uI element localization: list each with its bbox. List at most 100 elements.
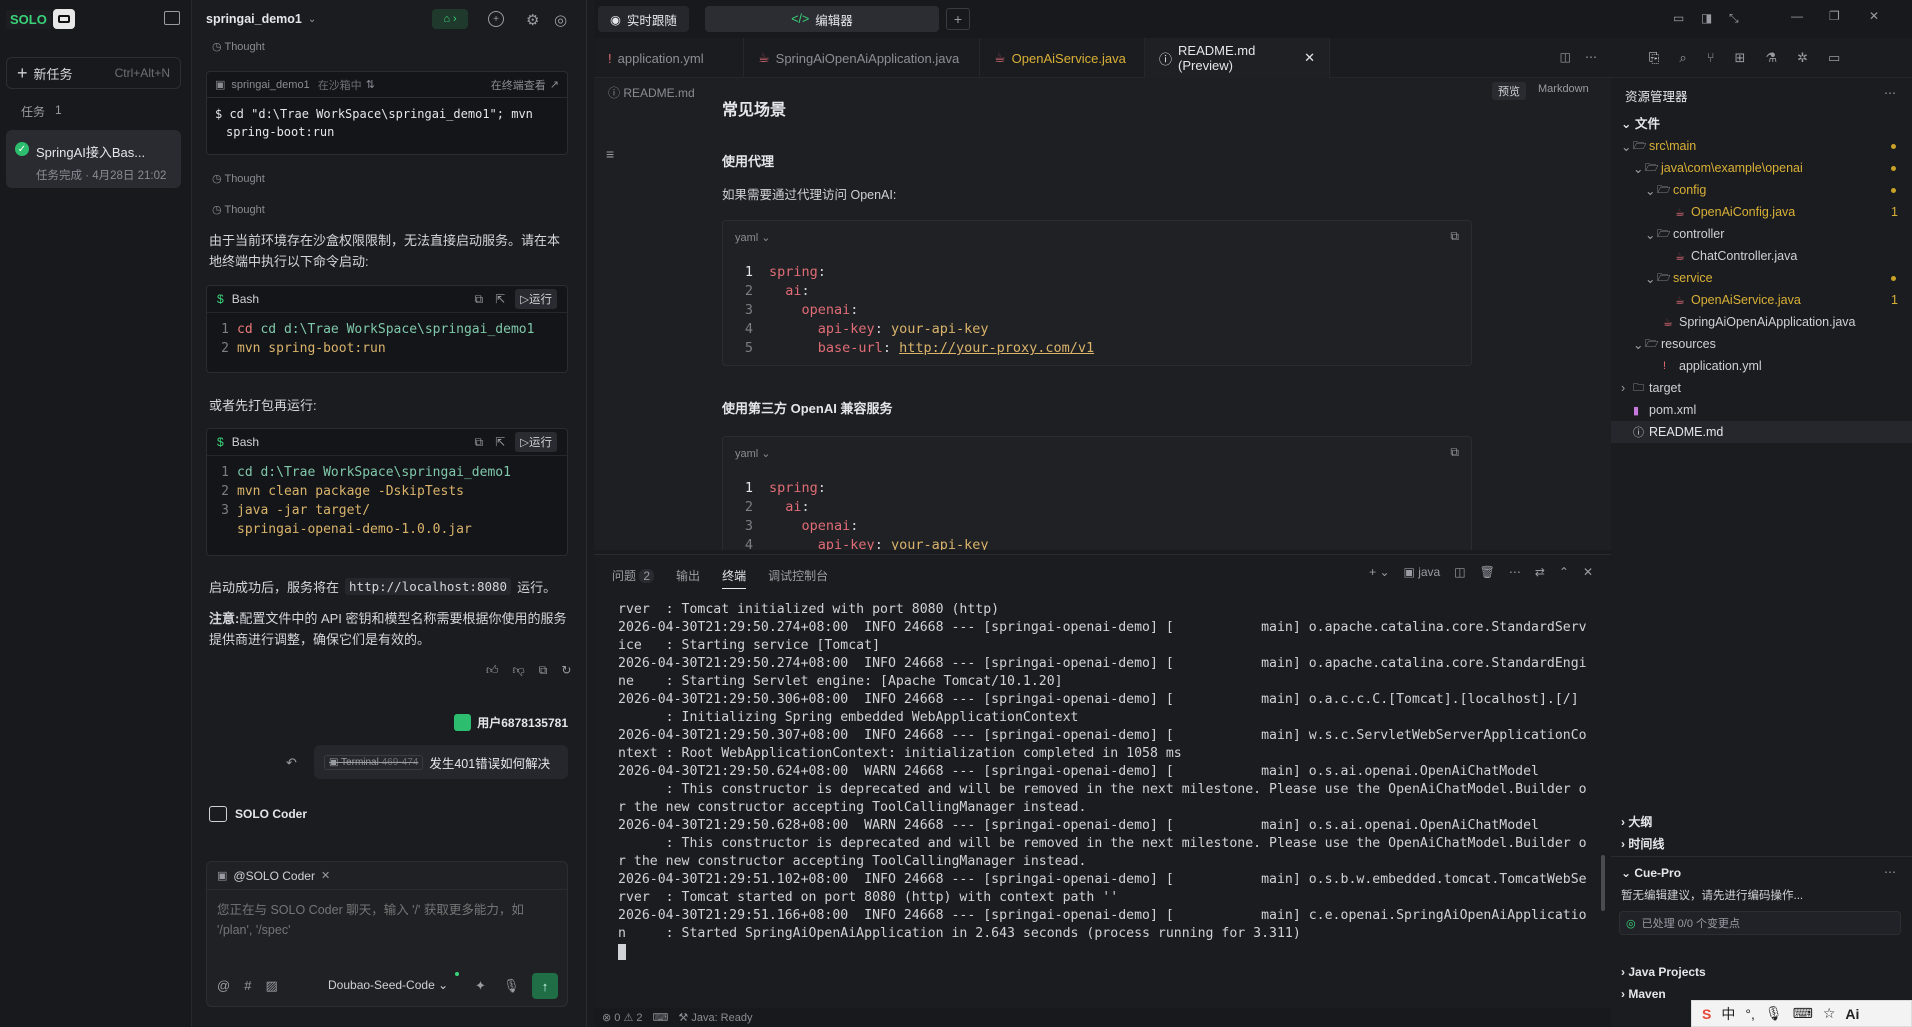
gear-icon[interactable]: ⚙ [526,11,539,29]
more-icon[interactable]: ⋯ [1509,565,1521,579]
preview-toggle[interactable]: 预览 [1492,82,1526,100]
tab-springaiopenaiapplication[interactable]: ☕︎ SpringAiOpenAiApplication.java [744,38,980,78]
tree-item[interactable]: ☕︎ ChatController.java [1611,245,1912,267]
copy-icon[interactable]: ⧉ [475,435,484,450]
maximize-panel-icon[interactable]: ⌃ [1559,565,1569,579]
tree-item[interactable]: ▮ pom.xml [1611,399,1912,421]
collapse-icon[interactable]: ⤡ [1729,11,1739,26]
tree-item[interactable]: ☕︎ SpringAiOpenAiApplication.java [1611,311,1912,333]
tab-debug-console[interactable]: 调试控制台 [768,567,828,589]
layout-sidebar-icon[interactable]: ◨ [1701,11,1712,25]
punctuation-icon[interactable]: °, [1745,1006,1755,1022]
tree-item[interactable]: ⌄ 🗁 java\com\example\openai [1611,157,1912,179]
new-terminal-icon[interactable]: + ⌄ [1369,565,1389,579]
markdown-toggle[interactable]: Markdown [1538,83,1589,95]
run-button[interactable]: ▷运行 [515,289,557,309]
minimize-icon[interactable]: — [1791,9,1803,23]
copy-icon[interactable]: ⧉ [1450,445,1459,460]
undo-icon[interactable]: ↶ [286,755,297,771]
close-icon[interactable]: ✕ [1304,50,1315,66]
timeline-section[interactable]: › 时间线 [1621,835,1664,852]
toggle-sidebar-icon[interactable] [164,11,180,25]
at-icon[interactable]: @ [217,978,230,994]
split-editor-icon[interactable]: ◫ [1560,50,1571,64]
scrollbar[interactable] [1601,855,1605,911]
lang-selector[interactable]: yaml ⌄ [735,231,771,244]
tree-item[interactable]: ⌄ 🗁 service [1611,267,1912,289]
cue-pro-header[interactable]: ⌄ Cue-Pro [1621,866,1681,880]
microphone-icon[interactable]: 🎙︎ [503,978,520,994]
ime-ai[interactable]: Ai [1845,1006,1859,1022]
thought-1[interactable]: ◷ Thought [212,40,265,53]
thought-2[interactable]: ◷ Thought [212,172,265,185]
restore-icon[interactable]: ❐ [1829,9,1840,23]
terminal-chip[interactable]: ▣ Terminal 469-474 [324,754,424,770]
problems-status[interactable]: ⊗ 0 ⚠ 2 [602,1011,643,1024]
files-icon[interactable]: ⎘ [1649,50,1659,66]
thumbs-down-icon[interactable]: 👎︎ [513,663,525,678]
tab-terminal[interactable]: 终端 [722,567,747,589]
tree-item[interactable]: ⌄ 🗁 config [1611,179,1912,201]
ime-logo-icon[interactable]: S [1702,1006,1711,1022]
testing-icon[interactable]: ⚗ [1765,50,1777,66]
thumbs-up-icon[interactable]: 👍︎ [486,663,499,678]
tab-readme-preview[interactable]: ⓘ README.md (Preview) ✕ [1145,38,1330,78]
extensions-icon[interactable]: ⊞ [1735,50,1746,66]
more-icon[interactable]: ⋯ [1585,50,1597,64]
copy-icon[interactable]: ⧉ [1450,229,1459,244]
close-icon[interactable]: ✕ [1583,565,1593,579]
retry-icon[interactable]: ↻ [561,663,571,678]
new-task-button[interactable]: + 新任务 Ctrl+Alt+N [6,57,181,89]
more-icon[interactable]: ⋯ [1884,865,1896,879]
tree-item[interactable]: ⌄ 🗁 resources [1611,333,1912,355]
maven-section[interactable]: › Maven [1621,987,1666,1001]
tab-application-yml[interactable]: ! application.yml [594,38,744,78]
ports-icon[interactable]: ⌨ [653,1011,669,1024]
close-window-icon[interactable]: ✕ [1869,9,1879,23]
chat-input[interactable] [217,900,557,950]
sparkle-icon[interactable]: ✦ [475,978,486,994]
env-status-button[interactable]: ⌂ › [432,9,468,29]
hash-icon[interactable]: # [244,978,251,994]
debug-icon[interactable]: ✲ [1797,50,1808,66]
search-icon[interactable]: ⌕ [1679,50,1686,66]
copy-icon[interactable]: ⧉ [475,292,484,307]
keyboard-icon[interactable]: ⌨ [1793,1005,1813,1022]
layout-panel-icon[interactable]: ▭ [1673,11,1684,25]
java-status[interactable]: ⚒ Java: Ready [678,1011,752,1024]
ime-lang[interactable]: 中 [1721,1004,1735,1024]
copy-icon[interactable]: ⧉ [539,663,548,678]
tools-icon[interactable]: ✕ [321,869,330,882]
skin-icon[interactable]: ☆ [1823,1005,1836,1022]
insert-icon[interactable]: ⇱ [495,292,505,306]
lang-selector[interactable]: yaml ⌄ [735,447,771,460]
agent-mention[interactable]: @SOLO Coder [233,869,315,883]
more-icon[interactable]: ⋯ [1884,86,1896,100]
java-projects-section[interactable]: › Java Projects [1621,965,1706,979]
image-icon[interactable]: ▨ [265,978,277,994]
tab-output[interactable]: 输出 [676,567,700,589]
tree-item[interactable]: ⌄ 🗁 controller [1611,223,1912,245]
send-button[interactable]: ↑ [532,973,558,999]
insert-icon[interactable]: ⇱ [495,435,505,449]
tree-item[interactable]: ☕︎ OpenAiConfig.java 1 [1611,201,1912,223]
split-terminal-icon[interactable]: ◫ [1454,565,1465,579]
outline-section[interactable]: › 大纲 [1621,813,1652,830]
run-button[interactable]: ▷运行 [515,432,557,452]
tree-item[interactable]: ⓘ README.md [1611,421,1912,443]
add-tab-button[interactable]: + [946,8,970,30]
files-section[interactable]: ⌄ 文件 [1621,113,1660,132]
add-icon[interactable]: + [488,11,504,27]
tree-item[interactable]: ☕︎ OpenAiService.java 1 [1611,289,1912,311]
tab-editor[interactable]: </> 编辑器 [705,6,939,32]
remote-icon[interactable]: ▭ [1828,50,1840,66]
trash-icon[interactable]: 🗑︎ [1480,565,1495,579]
tab-realtime[interactable]: ◉ 实时跟随 [598,6,689,32]
model-selector[interactable]: Doubao-Seed-Code ⌄ [328,978,448,992]
swap-icon[interactable]: ⇄ [1535,565,1545,579]
project-selector[interactable]: springai_demo1 ⌄ [206,12,316,26]
outline-icon[interactable]: ≡ [606,146,614,162]
tree-item[interactable]: ! application.yml [1611,355,1912,377]
tab-problems[interactable]: 问题 2 [612,567,655,589]
microphone-icon[interactable]: 🎙︎ [1765,1005,1783,1022]
